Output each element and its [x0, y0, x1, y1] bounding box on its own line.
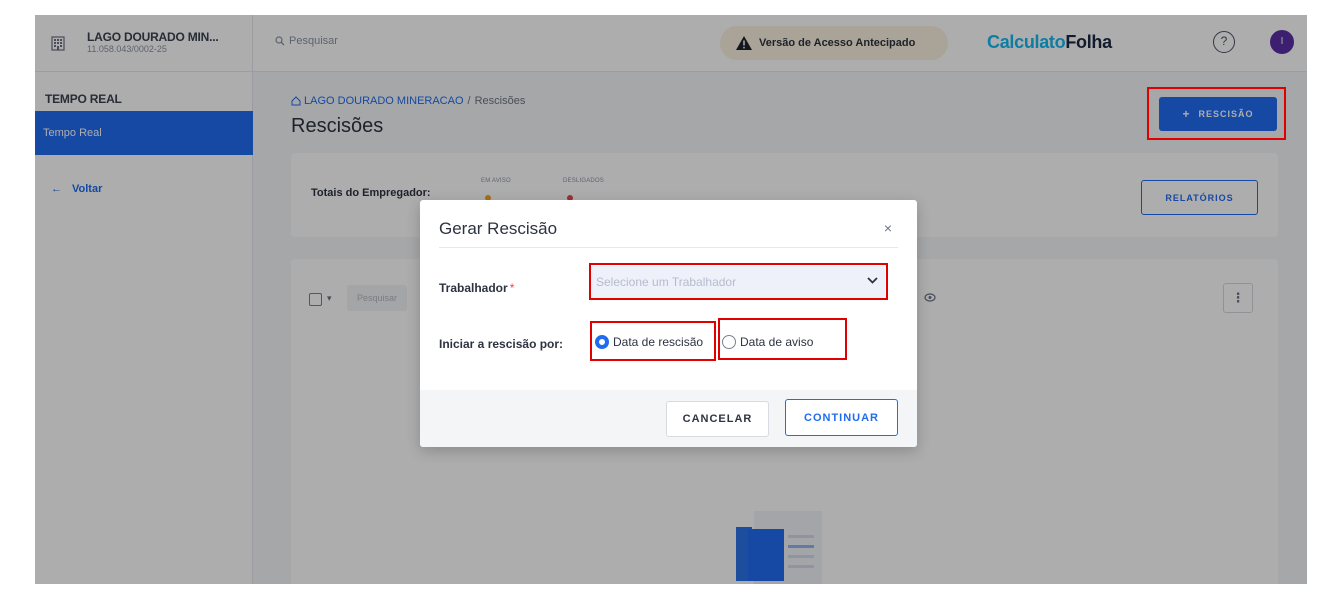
dialog-header: Gerar Rescisão × — [439, 200, 898, 248]
dialog-footer: CANCELAR CONTINUAR — [420, 390, 917, 447]
cancel-button[interactable]: CANCELAR — [666, 401, 769, 437]
highlight-radio-aviso — [718, 318, 847, 360]
highlight-radio-rescisao — [590, 321, 716, 361]
highlight-worker-select — [589, 263, 888, 300]
required-mark: * — [509, 281, 515, 295]
gerar-rescisao-dialog: Gerar Rescisão × Trabalhador * Selecione … — [420, 200, 917, 447]
dialog-title: Gerar Rescisão — [439, 219, 558, 238]
worker-label-text: Trabalhador — [439, 281, 508, 295]
start-by-label: Iniciar a rescisão por: — [439, 337, 564, 351]
close-icon[interactable]: × — [884, 220, 892, 236]
worker-label: Trabalhador * — [439, 281, 514, 295]
continue-button[interactable]: CONTINUAR — [785, 399, 898, 436]
highlight-add-rescisao — [1147, 87, 1286, 140]
